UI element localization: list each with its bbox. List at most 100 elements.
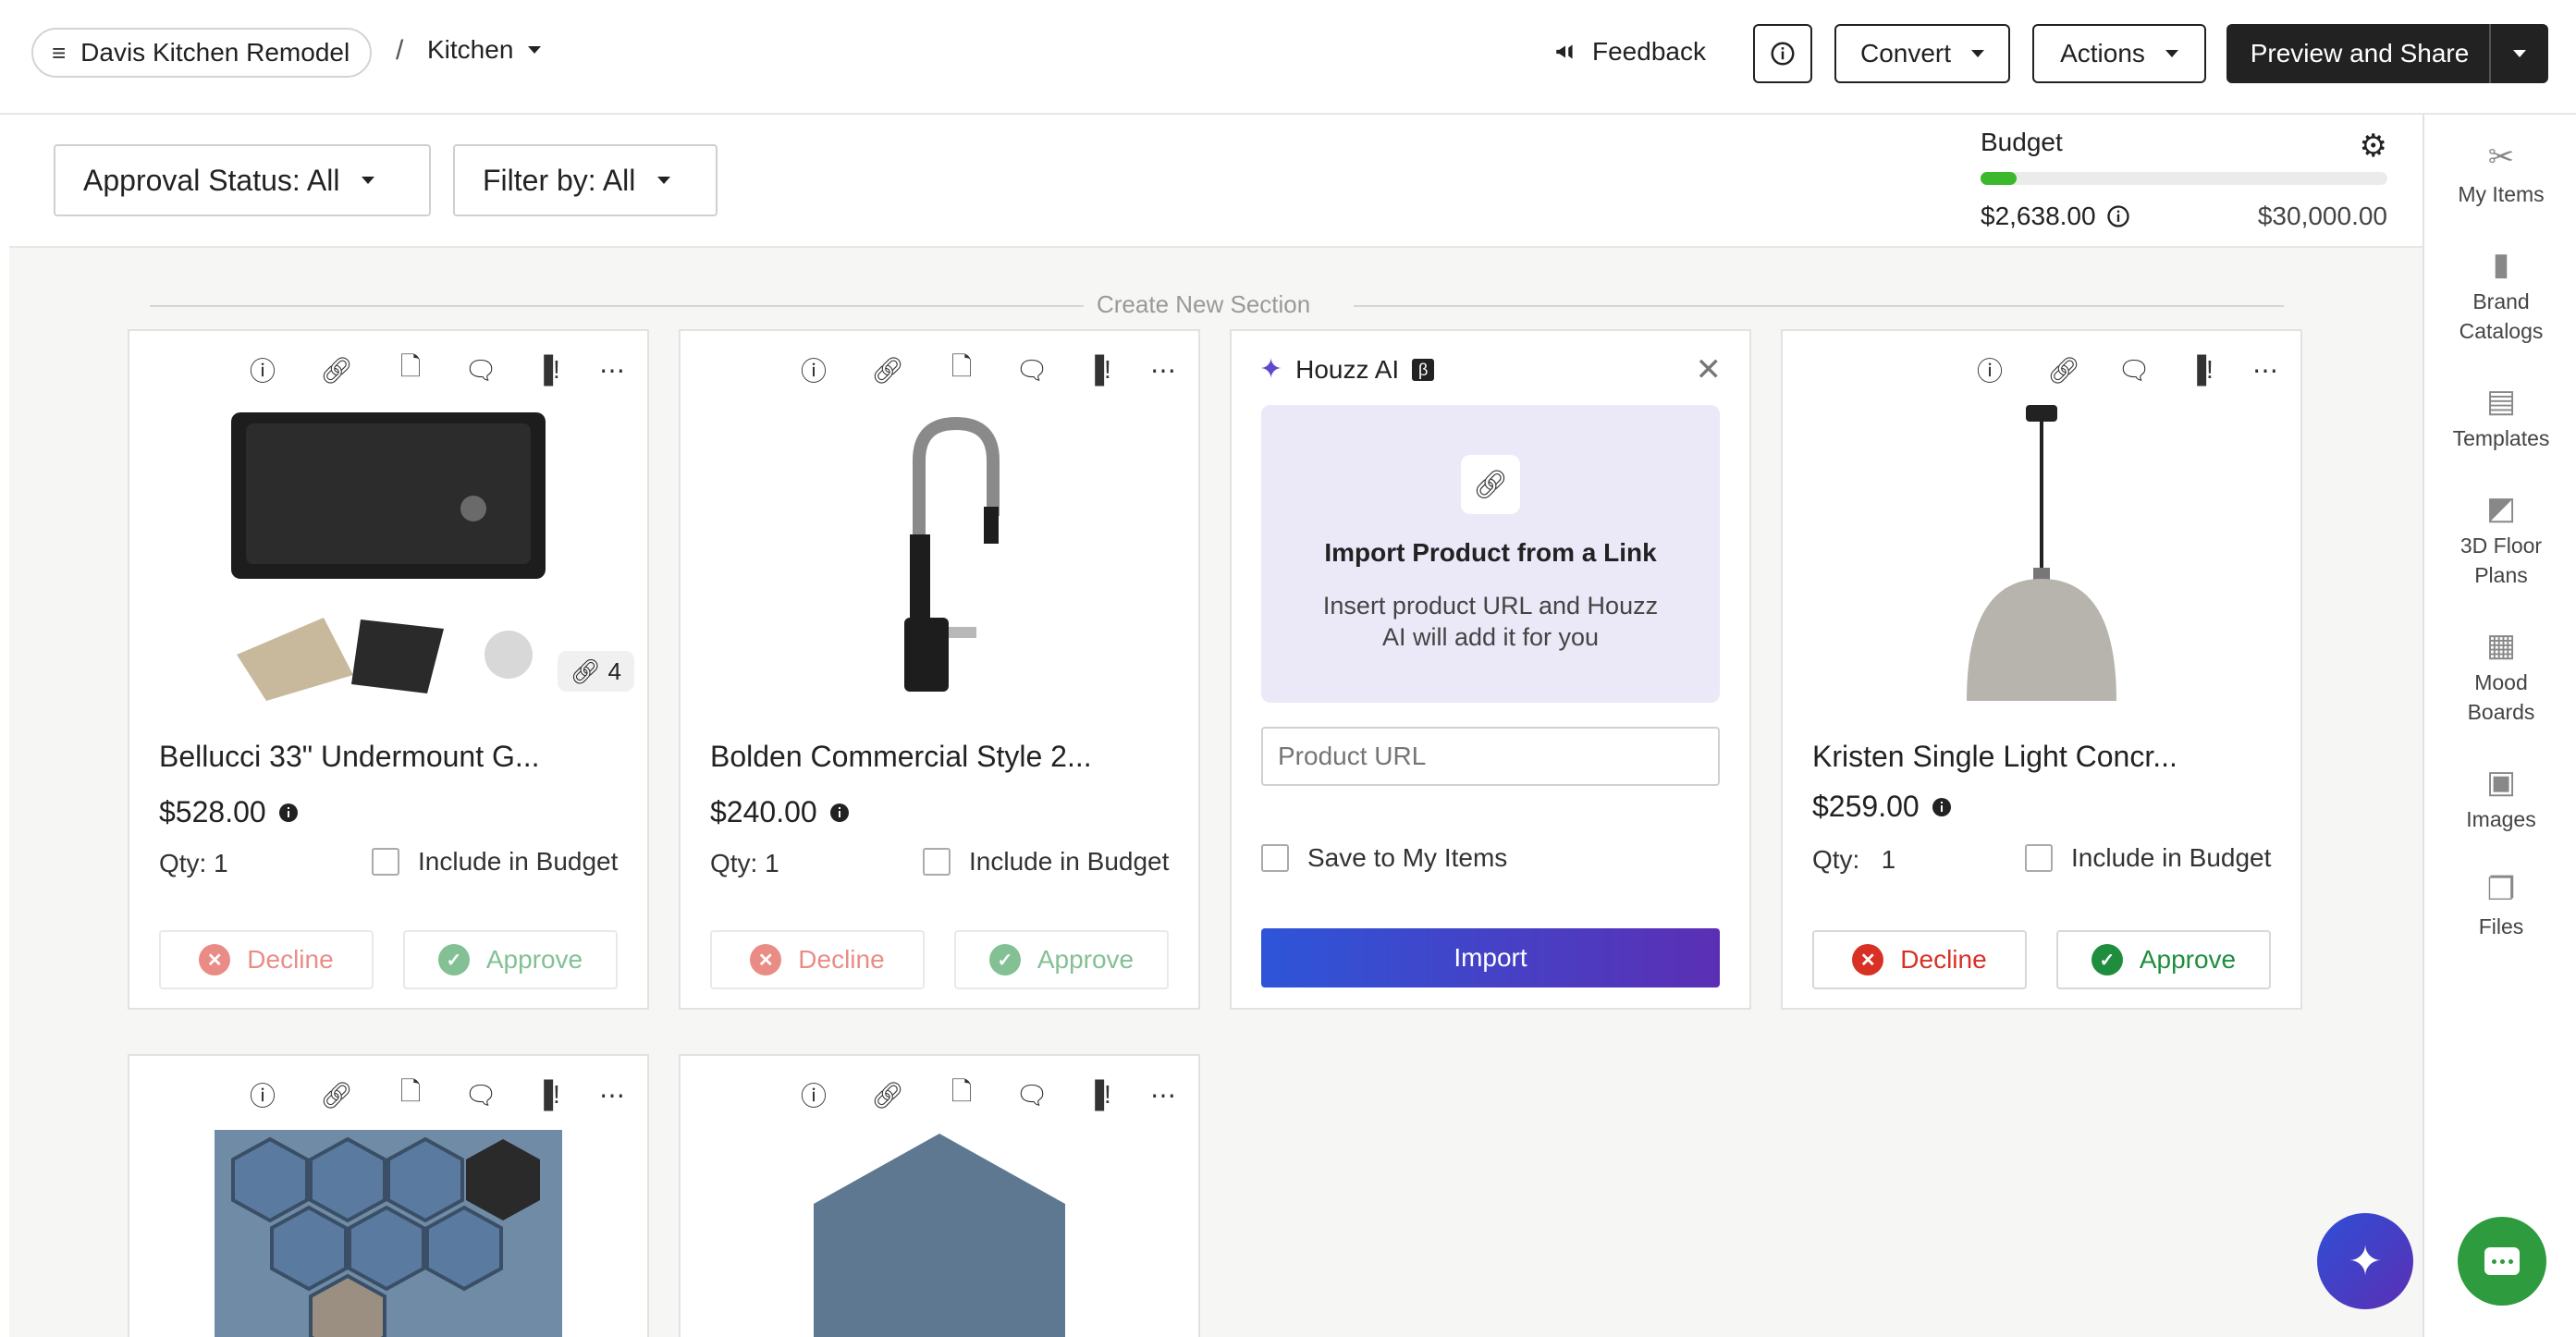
approval-status-dropdown[interactable]: Approval Status: All <box>54 144 431 216</box>
info-icon[interactable]: ⓘ <box>795 1076 832 1113</box>
quantity[interactable]: Qty: 1 <box>159 849 228 878</box>
comment-icon[interactable]: 🗨 <box>1013 351 1050 388</box>
product-title[interactable]: Bellucci 33" Undermount G... <box>159 740 540 774</box>
include-in-budget[interactable]: Include in Budget <box>2025 843 2271 873</box>
share-options-dropdown[interactable] <box>2489 24 2548 83</box>
decline-button[interactable]: ✕ Decline <box>1812 930 2027 989</box>
preview-share-button[interactable]: Preview and Share <box>2226 24 2548 83</box>
compare-icon[interactable]: ▐! <box>1080 1076 1117 1113</box>
link-icon[interactable]: 🔗︎ <box>869 1076 906 1113</box>
product-title[interactable]: Bolden Commercial Style 2... <box>710 740 1092 774</box>
include-in-budget[interactable]: Include in Budget <box>923 847 1169 877</box>
product-title[interactable]: Kristen Single Light Concr... <box>1812 740 2177 774</box>
include-in-budget[interactable]: Include in Budget <box>372 847 618 877</box>
quantity[interactable]: Qty: 1 <box>710 849 779 878</box>
approve-button[interactable]: ✓ Approve <box>2056 930 2271 989</box>
more-icon[interactable]: ⋯ <box>594 1076 631 1113</box>
more-icon[interactable]: ⋯ <box>594 351 631 388</box>
project-menu-button[interactable]: ≡ Davis Kitchen Remodel <box>31 28 373 78</box>
document-icon[interactable]: 🗋 <box>943 1076 980 1113</box>
include-budget-label: Include in Budget <box>969 847 1170 876</box>
product-card[interactable]: ⓘ 🔗︎ 🗋 🗨 ▐! ⋯ <box>679 1054 1200 1337</box>
include-budget-checkbox[interactable] <box>2025 844 2053 872</box>
info-icon[interactable] <box>828 802 851 824</box>
rail-templates[interactable]: ▤ Templates <box>2424 385 2576 453</box>
product-image[interactable] <box>681 1130 1198 1337</box>
save-to-my-items[interactable]: Save to My Items <box>1261 843 1507 873</box>
comment-icon[interactable]: 🗨 <box>1013 1076 1050 1113</box>
preview-share-label: Preview and Share <box>2250 39 2470 67</box>
quantity[interactable]: Qty: 1 <box>1812 845 1895 875</box>
rail-3d-floor-plans[interactable]: ◩ 3D Floor Plans <box>2424 492 2576 590</box>
actions-label: Actions <box>2060 39 2145 67</box>
compare-icon[interactable]: ▐! <box>529 1076 566 1113</box>
info-icon[interactable] <box>2105 203 2131 229</box>
hex-tile-image <box>215 1130 562 1337</box>
gear-icon[interactable]: ⚙ <box>2360 128 2387 165</box>
document-icon[interactable]: 🗋 <box>392 351 429 388</box>
chevron-down-icon <box>2165 50 2178 57</box>
include-budget-checkbox[interactable] <box>372 848 399 876</box>
card-toolbar: ⓘ 🔗︎ 🗋 🗨 ▐! ⋯ <box>129 1076 651 1113</box>
budget-spent: $2,638.00 <box>1981 202 2131 231</box>
pendant-light-image <box>1967 405 2116 701</box>
product-card[interactable]: ⓘ 🔗︎ 🗋 🗨 ▐! ⋯ Bolden Commercial Style 2.… <box>679 329 1200 1010</box>
feedback-button[interactable]: Feedback <box>1553 37 1706 67</box>
product-image[interactable] <box>681 405 1198 703</box>
comment-icon[interactable]: 🗨 <box>462 351 499 388</box>
comment-icon[interactable]: 🗨 <box>462 1076 499 1113</box>
decline-button[interactable]: ✕ Decline <box>710 930 925 989</box>
save-to-my-items-checkbox[interactable] <box>1261 844 1289 872</box>
compare-icon[interactable]: ▐! <box>1080 351 1117 388</box>
info-button[interactable] <box>1753 24 1812 83</box>
product-url-input[interactable] <box>1261 727 1720 786</box>
houzz-ai-import-card: ✦ Houzz AI β ✕ 🔗︎ Import Product from a … <box>1230 329 1751 1010</box>
rail-my-items[interactable]: ✂ My Items <box>2424 141 2576 209</box>
close-icon[interactable]: ✕ <box>1696 351 1723 388</box>
link-count-badge[interactable]: 🔗︎ 4 <box>557 651 634 692</box>
chevron-down-icon <box>1971 50 1985 57</box>
rail-files[interactable]: ❐ Files <box>2424 873 2576 941</box>
room-selector[interactable]: Kitchen <box>427 35 542 65</box>
comment-icon[interactable]: 🗨 <box>2116 351 2153 388</box>
product-image[interactable] <box>129 1130 647 1337</box>
actions-button[interactable]: Actions <box>2032 24 2206 83</box>
create-new-section[interactable]: Create New Section <box>1097 290 1310 319</box>
convert-button[interactable]: Convert <box>1834 24 2010 83</box>
product-card[interactable]: ⓘ 🔗︎ 🗋 🗨 ▐! ⋯ <box>128 1054 649 1337</box>
approve-button[interactable]: ✓ Approve <box>954 930 1169 989</box>
product-card[interactable]: ⓘ 🔗︎ 🗋 🗨 ▐! ⋯ 🔗︎ 4 Bellucci 33" Undermou… <box>128 329 649 1010</box>
link-icon[interactable]: 🔗︎ <box>318 1076 355 1113</box>
link-icon[interactable]: 🔗︎ <box>318 351 355 388</box>
decline-button[interactable]: ✕ Decline <box>159 930 374 989</box>
product-card[interactable]: ⓘ 🔗︎ 🗨 ▐! ⋯ Kristen Single Light Concr..… <box>1781 329 2302 1010</box>
compare-icon[interactable]: ▐! <box>2182 351 2219 388</box>
more-icon[interactable]: ⋯ <box>2247 351 2284 388</box>
rail-mood-boards[interactable]: ▦ Mood Boards <box>2424 629 2576 727</box>
info-icon[interactable] <box>277 802 300 824</box>
import-button[interactable]: Import <box>1261 928 1720 987</box>
compare-icon[interactable]: ▐! <box>529 351 566 388</box>
document-icon[interactable]: 🗋 <box>943 351 980 388</box>
info-icon[interactable]: ⓘ <box>1971 351 2008 388</box>
link-icon[interactable]: 🔗︎ <box>869 351 906 388</box>
more-icon[interactable]: ⋯ <box>1145 351 1182 388</box>
document-icon[interactable]: 🗋 <box>392 1076 429 1113</box>
rail-brand-catalogs[interactable]: ▮ Brand Catalogs <box>2424 248 2576 346</box>
product-image[interactable] <box>1783 405 2300 703</box>
hamburger-menu-icon: ≡ <box>52 39 67 67</box>
chat-button[interactable] <box>2458 1217 2546 1306</box>
info-icon[interactable]: ⓘ <box>795 351 832 388</box>
product-image[interactable]: 🔗︎ 4 <box>129 405 647 703</box>
more-icon[interactable]: ⋯ <box>1145 1076 1182 1113</box>
info-icon[interactable]: ⓘ <box>244 1076 281 1113</box>
include-budget-checkbox[interactable] <box>923 848 951 876</box>
info-icon[interactable]: ⓘ <box>244 351 281 388</box>
rail-images[interactable]: ▣ Images <box>2424 766 2576 834</box>
info-icon[interactable] <box>1931 796 1953 818</box>
rail-label: Templates <box>2452 426 2550 450</box>
link-icon[interactable]: 🔗︎ <box>2045 351 2082 388</box>
approve-button[interactable]: ✓ Approve <box>403 930 618 989</box>
filter-by-dropdown[interactable]: Filter by: All <box>453 144 718 216</box>
houzz-ai-button[interactable]: ✦ <box>2317 1213 2413 1309</box>
